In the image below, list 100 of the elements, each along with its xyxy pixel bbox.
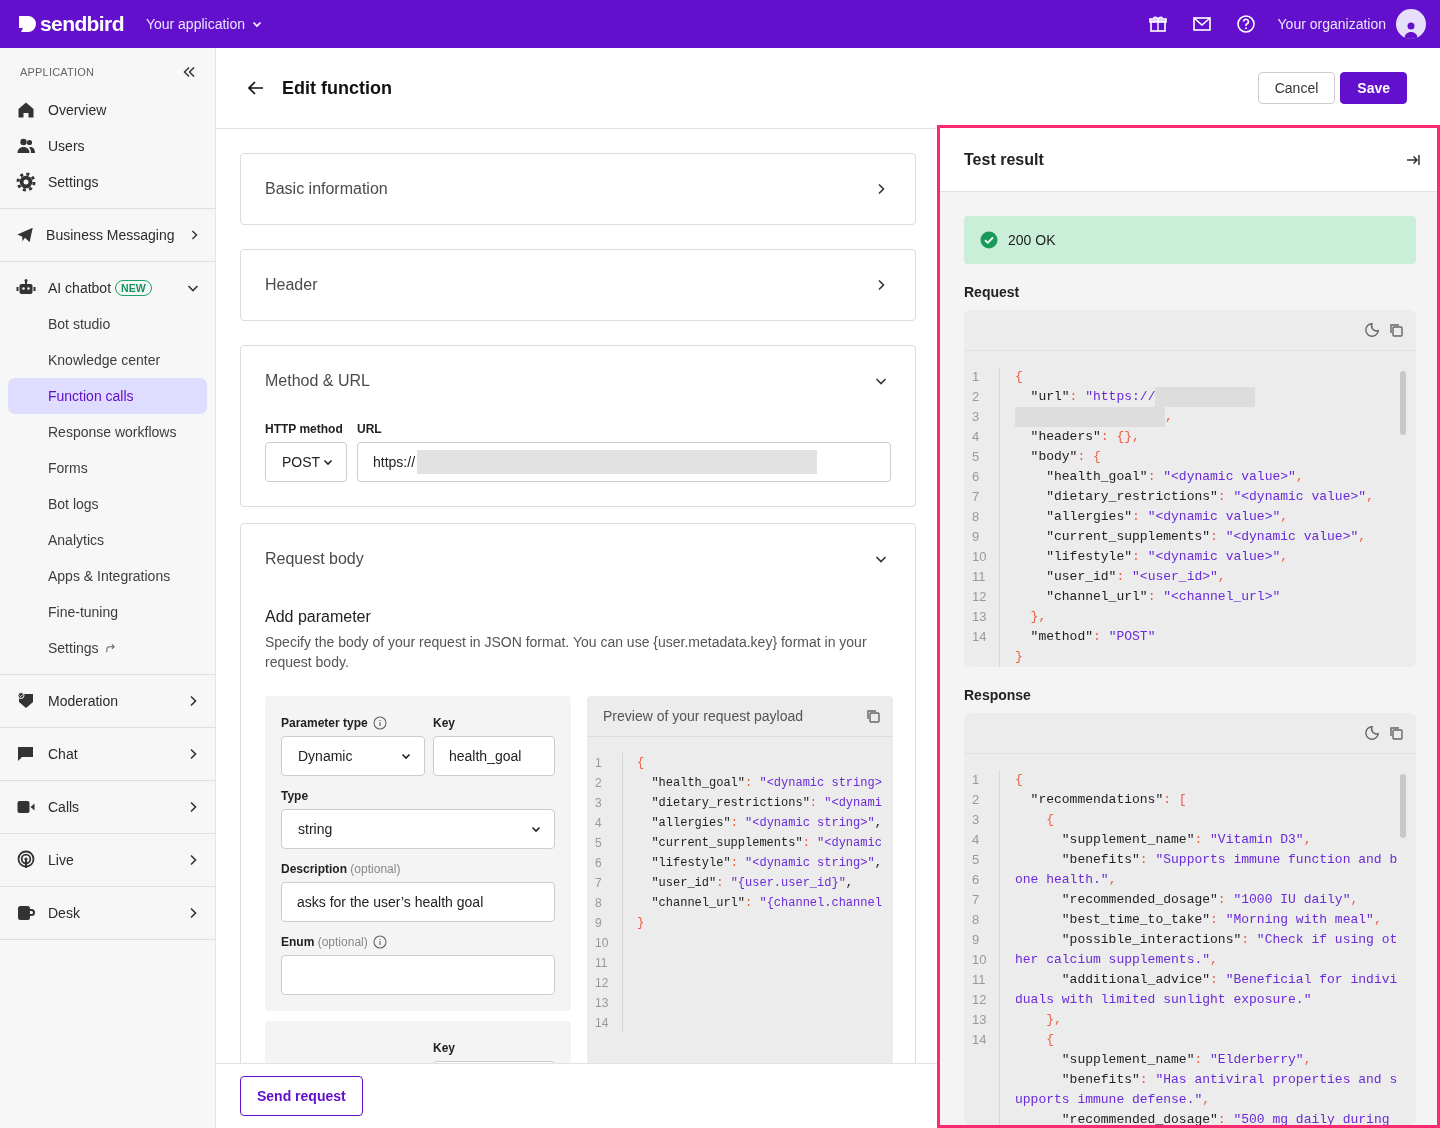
line-number: 3 — [587, 793, 623, 813]
line-number: 3 — [964, 810, 1000, 830]
line-number: 10 — [587, 933, 623, 953]
description-field[interactable]: asks for the user’s health goal — [281, 882, 555, 922]
sidebar-item[interactable]: Settings — [0, 164, 215, 200]
sidebar-subitem[interactable]: Bot logs — [8, 486, 207, 522]
info-icon[interactable] — [372, 935, 387, 949]
line-number: 12 — [964, 587, 1000, 607]
sidebar-subitem[interactable]: Bot studio — [8, 306, 207, 342]
line-number: 5 — [964, 850, 1000, 870]
line-number: 6 — [587, 853, 623, 873]
panel-title: Test result — [964, 150, 1044, 169]
sidebar-subitem[interactable]: Knowledge center — [8, 342, 207, 378]
sidebar-subitem[interactable]: Apps & Integrations — [8, 558, 207, 594]
cancel-button[interactable]: Cancel — [1257, 72, 1336, 104]
code-line: "dietary_restrictions": "<dynamic value>", — [1045, 488, 1374, 506]
sidebar-item[interactable]: Calls — [0, 789, 215, 825]
sidebar-item[interactable]: Business Messaging — [0, 217, 215, 253]
subheading: Add parameter — [265, 608, 372, 626]
field-label: Enum (optional) — [281, 935, 368, 949]
app-switcher[interactable]: Your application — [145, 16, 263, 32]
copy-icon[interactable] — [865, 708, 881, 724]
sidebar-subitem[interactable]: Function calls — [8, 378, 207, 414]
sidebar-item[interactable]: Desk — [0, 895, 215, 931]
copy-icon[interactable] — [1388, 725, 1404, 741]
avatar[interactable] — [1396, 9, 1426, 39]
mail-icon[interactable] — [1191, 14, 1212, 34]
enum-field[interactable] — [281, 955, 555, 995]
help-icon[interactable] — [1235, 14, 1256, 34]
theme-icon[interactable] — [1364, 322, 1380, 338]
code-line: "url": "https:// — [1000, 387, 1286, 407]
line-number: 10 — [964, 547, 1000, 567]
section-title[interactable]: Request body — [265, 550, 364, 568]
section-heading: APPLICATION — [20, 66, 95, 78]
parameter-type-select[interactable]: Dynamic — [281, 736, 425, 776]
code-line: "current_supplements": "<dynamic value>", — [1045, 528, 1367, 546]
section-title[interactable]: Method & URL — [265, 372, 370, 390]
sidebar-subitem[interactable]: Analytics — [8, 522, 207, 558]
method-select[interactable]: POST — [265, 442, 347, 482]
code-line: "method": "POST" — [1029, 628, 1156, 646]
type-select[interactable]: string — [281, 809, 555, 849]
save-button[interactable]: Save — [1340, 72, 1407, 104]
code-line: "recommended_dosage": "500 mg daily during — [1060, 1111, 1390, 1125]
line-number: 11 — [587, 953, 623, 973]
organization-name[interactable]: Your organization — [1277, 16, 1386, 32]
code-line: her calcium supplements.", — [1014, 951, 1218, 969]
sidebar-subitem[interactable]: Settings — [8, 630, 207, 666]
field-label: HTTP method — [265, 422, 343, 436]
line-number: 7 — [587, 873, 623, 893]
status-banner: 200 OK — [964, 216, 1416, 264]
theme-icon[interactable] — [1364, 725, 1380, 741]
key-field[interactable]: health_goal — [433, 736, 555, 776]
line-number: 2 — [587, 773, 623, 793]
line-number: 13 — [964, 1010, 1000, 1030]
code-line: { — [1014, 368, 1023, 386]
url-field[interactable]: https:// — [357, 442, 891, 482]
brand-name: sendbird — [40, 12, 124, 36]
section-title[interactable]: Basic information — [265, 180, 388, 198]
collapse-icon[interactable] — [181, 64, 197, 80]
sidebar-item[interactable]: Chat — [0, 736, 215, 772]
code-line: upports immune defense.", — [1014, 1091, 1211, 1109]
mug-icon — [16, 903, 36, 923]
code-line: "allergies": "<dynamic value>", — [1045, 508, 1289, 526]
line-number: 7 — [964, 487, 1000, 507]
section-label: Request — [964, 284, 1021, 300]
copy-icon[interactable] — [1388, 322, 1404, 338]
users-icon — [16, 136, 36, 156]
sidebar-subitem[interactable]: Forms — [8, 450, 207, 486]
code-line: duals with limited sunlight exposure." — [1014, 991, 1312, 1009]
send-request-button[interactable]: Send request — [240, 1076, 363, 1116]
section-label: Response — [964, 687, 1032, 703]
code-line: { — [1045, 811, 1054, 829]
code-line: } — [636, 915, 645, 932]
code-line: "health_goal": "<dynamic string> — [650, 775, 882, 792]
code-line: "supplement_name": "Elderberry", — [1060, 1051, 1312, 1069]
sidebar-item[interactable]: Users — [0, 128, 215, 164]
field-label: Type — [281, 789, 309, 803]
sidebar-item[interactable]: Overview — [0, 92, 215, 128]
code-line: "user_id": "<user_id>", — [1045, 568, 1226, 586]
sidebar-subitem[interactable]: Response workflows — [8, 414, 207, 450]
line-number: 13 — [964, 607, 1000, 627]
line-number: 1 — [964, 770, 1000, 790]
settings-icon — [16, 172, 36, 192]
code-line: "benefits": "Supports immune function and b — [1060, 851, 1398, 869]
line-number: 9 — [964, 527, 1000, 547]
line-number: 4 — [964, 830, 1000, 850]
sidebar-item[interactable]: Moderation — [0, 683, 215, 719]
line-number: 5 — [587, 833, 623, 853]
code-line: "additional_advice": "Beneficial for indivi — [1060, 971, 1398, 989]
line-number: 10 — [964, 950, 1000, 970]
sidebar-item[interactable]: AI chatbot NEW — [0, 270, 215, 306]
section-title[interactable]: Header — [265, 276, 318, 294]
info-icon[interactable] — [372, 716, 387, 730]
sidebar-subitem[interactable]: Fine-tuning — [8, 594, 207, 630]
sidebar-item[interactable]: Live — [0, 842, 215, 878]
line-number: 14 — [587, 1013, 623, 1033]
code-line: "health_goal": "<dynamic value>", — [1045, 468, 1304, 486]
code-line: "user_id": "{user.user_id}", — [650, 875, 854, 892]
gift-icon[interactable] — [1147, 14, 1168, 34]
line-number: 14 — [964, 1030, 1000, 1050]
